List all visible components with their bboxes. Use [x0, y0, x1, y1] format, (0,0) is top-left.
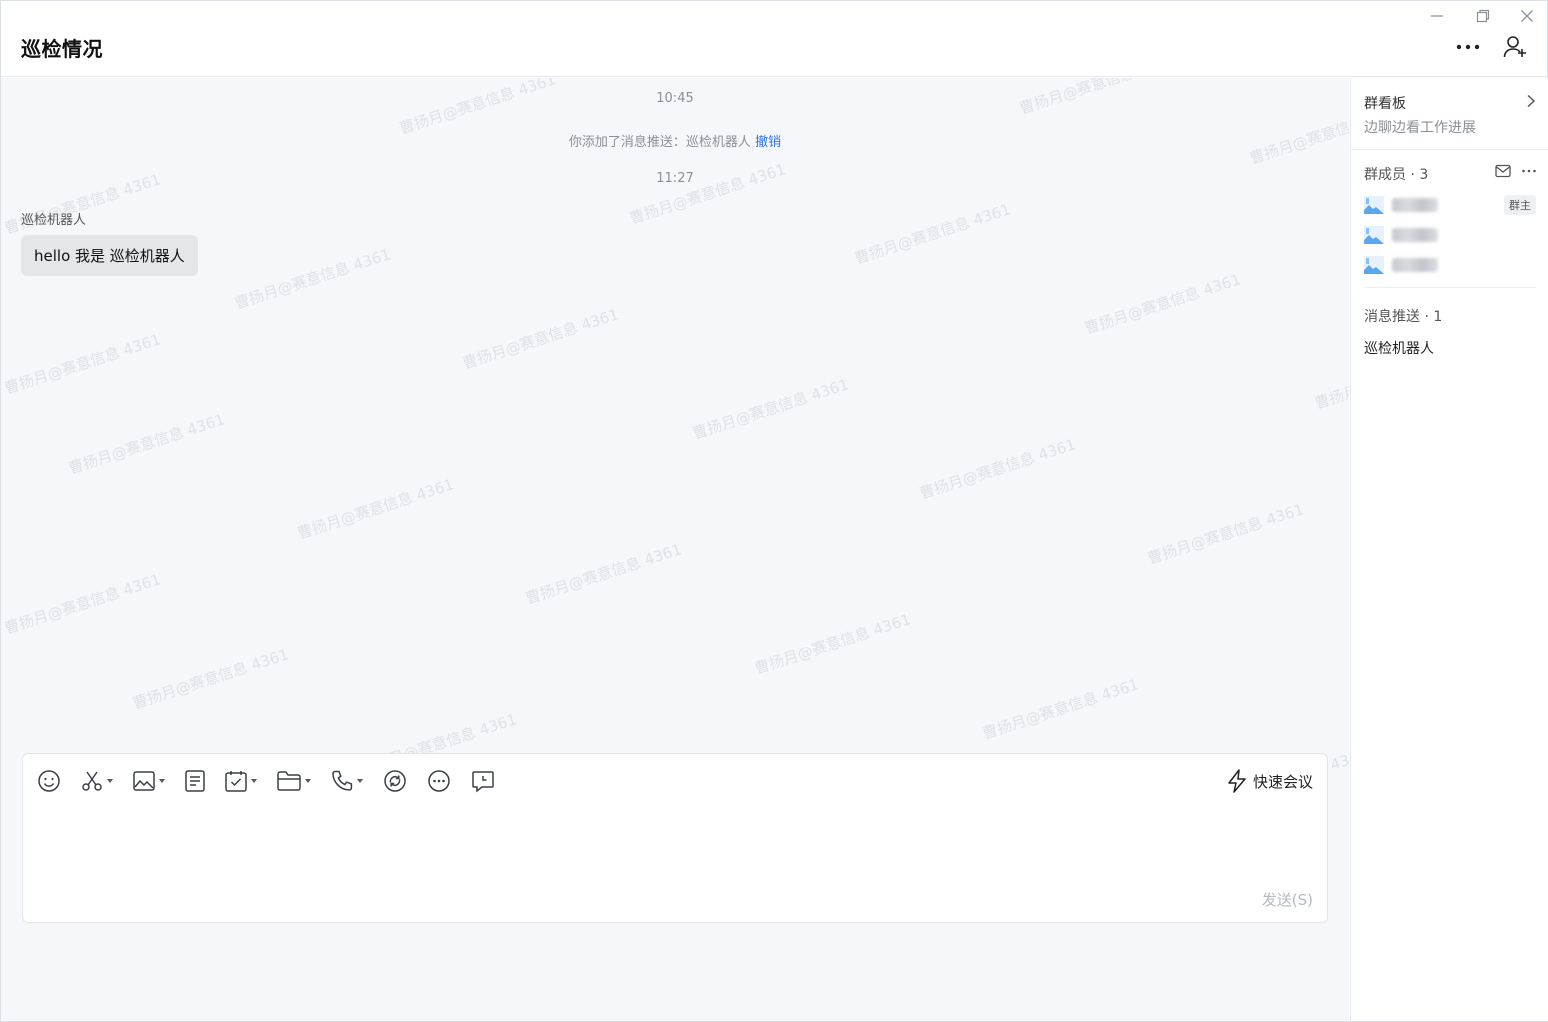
sync-icon [384, 770, 406, 792]
message-timestamp: 11:27 [656, 171, 694, 186]
restore-button[interactable] [1471, 5, 1495, 27]
quick-meeting-label: 快速会议 [1252, 772, 1313, 791]
member-item[interactable] [1364, 253, 1536, 277]
undo-link[interactable]: 撤销 [755, 135, 781, 150]
owner-badge: 群主 [1504, 195, 1536, 215]
group-board-title: 群看板 [1364, 96, 1406, 112]
document-button[interactable] [185, 768, 205, 794]
watermark-text: 曹扬月@赛意信息 4361 [980, 675, 1141, 743]
image-button[interactable] [133, 768, 165, 794]
watermark-text: 曹扬月@赛意信息 4361 [627, 160, 788, 228]
watermark-text: 曹扬月@赛意信息 4361 [852, 200, 1013, 268]
divider [1364, 287, 1536, 288]
add-user-icon [1503, 36, 1526, 58]
watermark-text: 曹扬月@赛意信息 4361 [66, 410, 227, 478]
phone-icon [332, 770, 353, 791]
lightning-icon [1228, 769, 1246, 793]
chevron-right-icon [1527, 94, 1536, 108]
group-board[interactable]: 群看板 边聊边看工作进展 [1351, 78, 1548, 150]
watermark-text: 曹扬月@赛意信息 4361 [2, 330, 163, 398]
group-board-subtitle: 边聊边看工作进展 [1364, 120, 1476, 136]
message-input[interactable] [37, 806, 1313, 876]
chevron-down-icon[interactable] [251, 779, 257, 783]
message-timestamp: 10:45 [656, 91, 694, 106]
folder-icon [277, 771, 301, 791]
minimize-button[interactable] [1425, 5, 1449, 27]
chevron-down-icon[interactable] [107, 779, 113, 783]
document-icon [185, 770, 205, 792]
send-button[interactable]: 发送(S) [1262, 889, 1313, 910]
system-message-text: 你添加了消息推送：巡检机器人 [568, 135, 751, 150]
avatar [1364, 256, 1384, 274]
watermark-text: 曹扬月@赛意信息 4361 [752, 610, 913, 678]
watermark-text: 曹扬月@赛意信息 4361 [460, 305, 621, 373]
watermark-text: 曹扬月@赛意信息 4361 [1082, 270, 1243, 338]
watermark-text: 曹扬月@赛意信息 4361 [397, 78, 558, 138]
message-bubble[interactable]: hello 我是 巡检机器人 [21, 235, 198, 276]
watermark-text: 曹扬月@赛意信息 4361 [1145, 500, 1306, 568]
chat-title: 巡检情况 [21, 37, 103, 61]
watermark-text: 曹扬月@赛意信息 4361 [917, 435, 1078, 503]
sync-button[interactable] [383, 768, 407, 794]
member-item[interactable] [1364, 223, 1536, 247]
member-name-redacted [1392, 198, 1438, 212]
more-horizontal-icon[interactable] [1521, 164, 1537, 178]
watermark-text: 曹扬月@赛意信息 4361 [1312, 345, 1349, 413]
members-title: 群成员 · 3 [1364, 167, 1429, 183]
group-info-panel: 群看板 边聊边看工作进展 群成员 · 3 群主 消息推送 · 1 巡检机器人 [1350, 78, 1548, 1021]
message-push-title: 消息推送 · 1 [1364, 309, 1443, 325]
minimize-icon [1431, 15, 1443, 17]
member-name-redacted [1392, 258, 1438, 272]
scissors-icon [82, 771, 102, 791]
call-button[interactable] [331, 768, 363, 794]
avatar [1364, 226, 1384, 244]
scheduled-message-button[interactable] [471, 768, 495, 794]
more-horizontal-icon [1456, 44, 1480, 50]
watermark-text: 曹扬月@赛意信息 4361 [523, 540, 684, 608]
watermark-text: 曹扬月@赛意信息 4361 [295, 475, 456, 543]
screenshot-button[interactable] [81, 768, 113, 794]
chevron-down-icon[interactable] [357, 779, 363, 783]
close-icon [1521, 10, 1533, 22]
message-clock-icon [472, 771, 494, 793]
avatar [1364, 196, 1384, 214]
mail-icon[interactable] [1495, 164, 1511, 178]
more-circle-icon [428, 770, 450, 792]
emoji-icon [38, 770, 60, 792]
push-bot-item[interactable]: 巡检机器人 [1364, 338, 1434, 358]
member-name-redacted [1392, 228, 1438, 242]
watermark-text: 曹扬月@赛意信息 4361 [2, 570, 163, 638]
system-message: 你添加了消息推送：巡检机器人 撤销 [1, 131, 1349, 150]
member-item[interactable]: 群主 [1364, 193, 1536, 217]
more-options-button[interactable] [1452, 31, 1484, 63]
watermark-text: 曹扬月@赛意信息 4361 [130, 645, 291, 713]
restore-icon [1476, 9, 1490, 23]
message-composer: 快速会议 发送(S) [22, 753, 1328, 923]
image-icon [133, 771, 155, 791]
watermark-text: 曹扬月@赛意信息 4361 [232, 245, 393, 313]
chat-window: 巡检情况 曹扬月@赛意信息 4361 曹扬月@赛意信息 4361 曹扬月@赛意信息 … [0, 0, 1548, 1022]
calendar-check-icon [225, 771, 247, 792]
emoji-button[interactable] [37, 768, 61, 794]
composer-toolbar [37, 768, 515, 794]
more-tools-button[interactable] [427, 768, 451, 794]
file-button[interactable] [277, 768, 311, 794]
chevron-down-icon[interactable] [159, 779, 165, 783]
chevron-down-icon[interactable] [305, 779, 311, 783]
add-member-button[interactable] [1500, 31, 1532, 63]
close-button[interactable] [1515, 5, 1539, 27]
task-button[interactable] [225, 768, 257, 794]
window-header: 巡检情况 [1, 1, 1547, 77]
quick-meeting-button[interactable]: 快速会议 [1227, 769, 1313, 793]
message-sender[interactable]: 巡检机器人 [21, 209, 86, 228]
watermark-text: 曹扬月@赛意信息 4361 [690, 375, 851, 443]
